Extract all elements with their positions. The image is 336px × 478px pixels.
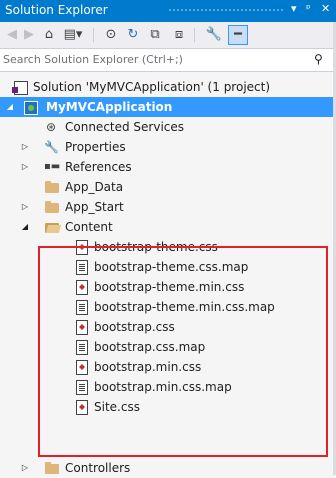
tree-item-label: App_Start — [65, 200, 124, 214]
tree-item-label: bootstrap.css.map — [94, 340, 206, 354]
switch-views-icon[interactable]: ▤▾ — [60, 26, 86, 44]
back-icon[interactable]: ◀ — [4, 26, 20, 44]
tree-item-label: MyMVCApplication — [46, 100, 173, 114]
tree-item-file[interactable]: Site.css — [0, 397, 336, 417]
tree-item-controllers[interactable]: ▷ Controllers — [0, 458, 336, 478]
tree-item-label: Site.css — [94, 400, 140, 414]
tree-item-file[interactable]: bootstrap.min.css.map — [0, 377, 336, 397]
tree-item-content[interactable]: ◢ Content — [0, 217, 336, 237]
toolbar-separator — [194, 28, 195, 42]
collapsed-arrow-icon[interactable]: ▷ — [20, 197, 30, 217]
tree-item-label: bootstrap-theme.min.css.map — [94, 300, 275, 314]
wrench-icon: 🔧 — [44, 140, 59, 154]
folder-icon — [45, 462, 59, 474]
tree-item-file[interactable]: bootstrap-theme.min.css — [0, 277, 336, 297]
tree-item-file[interactable]: bootstrap-theme.min.css.map — [0, 297, 336, 317]
references-icon: ▪▬ — [44, 161, 61, 172]
expanded-arrow-icon[interactable]: ◢ — [20, 217, 30, 237]
tree-item-label: bootstrap-theme.css.map — [94, 260, 249, 274]
css-file-icon — [76, 320, 88, 335]
tree-item-label: Solution 'MyMVCApplication' (1 project) — [33, 80, 271, 94]
css-file-icon — [76, 240, 88, 255]
window-title: Solution Explorer — [5, 3, 108, 17]
collapse-all-icon[interactable]: ⧉ — [146, 26, 164, 44]
css-file-icon — [76, 400, 88, 415]
tree-item-properties[interactable]: ▷ 🔧 Properties — [0, 137, 336, 157]
tree-item-label: bootstrap-theme.css — [94, 240, 218, 254]
tree-item-app-start[interactable]: ▷ App_Start — [0, 197, 336, 217]
map-file-icon — [76, 340, 88, 355]
window-menu-button[interactable]: ▾ — [291, 2, 297, 15]
tree-item-label: bootstrap.min.css.map — [94, 380, 232, 394]
home-icon[interactable]: ⌂ — [40, 26, 58, 44]
pending-changes-icon[interactable]: ⊙ — [100, 26, 122, 44]
tree-item-label: bootstrap.css — [94, 320, 175, 334]
tree-item-file[interactable]: bootstrap-theme.css.map — [0, 257, 336, 277]
tree-item-label: bootstrap-theme.min.css — [94, 280, 245, 294]
tree-item-label: Controllers — [65, 461, 131, 475]
css-file-icon — [76, 360, 88, 375]
tree-item-app-data[interactable]: App_Data — [0, 177, 336, 197]
tree-item-label: References — [65, 160, 132, 174]
map-file-icon — [76, 300, 88, 315]
tree-item-label: Content — [65, 220, 113, 234]
tree-item-label: App_Data — [65, 180, 124, 194]
title-bar: Solution Explorer ▾ ᵖ ✕ — [0, 0, 336, 22]
web-project-icon — [24, 101, 38, 115]
tree-item-file[interactable]: bootstrap.css.map — [0, 337, 336, 357]
tree-item-project[interactable]: ◢ MyMVCApplication — [0, 97, 336, 117]
collapsed-arrow-icon[interactable]: ▷ — [20, 157, 30, 177]
collapsed-arrow-icon[interactable]: ▷ — [20, 458, 30, 478]
map-file-icon — [76, 260, 88, 275]
tree-item-label: bootstrap.min.css — [94, 360, 202, 374]
preview-selected-icon[interactable]: ━ — [228, 25, 248, 45]
solution-tree: Solution 'MyMVCApplication' (1 project) … — [0, 72, 336, 475]
drag-grip[interactable] — [168, 8, 283, 13]
search-icon[interactable]: ⚲ — [314, 52, 323, 66]
toolbar-separator — [93, 28, 94, 42]
expanded-arrow-icon[interactable]: ◢ — [5, 97, 15, 117]
show-all-files-icon[interactable]: ⧈ — [170, 26, 188, 44]
tree-item-references[interactable]: ▷ ▪▬ References — [0, 157, 336, 177]
folder-icon — [45, 181, 59, 193]
solution-icon — [12, 81, 28, 95]
pin-button[interactable]: ᵖ — [306, 2, 311, 15]
close-button[interactable]: ✕ — [321, 2, 330, 15]
collapsed-arrow-icon[interactable]: ▷ — [20, 137, 30, 157]
search-bar: ⚲ — [0, 49, 336, 72]
search-input[interactable] — [3, 51, 303, 67]
forward-icon[interactable]: ▶ — [21, 26, 37, 44]
css-file-icon — [76, 280, 88, 295]
open-folder-icon — [45, 223, 59, 233]
folder-icon — [45, 201, 59, 213]
tree-item-connected-services[interactable]: ⊛ Connected Services — [0, 117, 336, 137]
connected-services-icon: ⊛ — [46, 120, 57, 134]
map-file-icon — [76, 380, 88, 395]
tree-item-label: Properties — [65, 140, 126, 154]
toolbar: ◀ ▶ ⌂ ▤▾ ⊙ ↻ ⧉ ⧈ 🔧 ━ — [0, 22, 336, 49]
tree-item-file[interactable]: bootstrap.min.css — [0, 357, 336, 377]
refresh-icon[interactable]: ↻ — [124, 26, 142, 44]
tree-item-solution[interactable]: Solution 'MyMVCApplication' (1 project) — [0, 77, 336, 97]
properties-icon[interactable]: 🔧 — [205, 26, 223, 44]
tree-item-file[interactable]: bootstrap.css — [0, 317, 336, 337]
tree-item-label: Connected Services — [65, 120, 185, 134]
tree-item-file[interactable]: bootstrap-theme.css — [0, 237, 336, 257]
